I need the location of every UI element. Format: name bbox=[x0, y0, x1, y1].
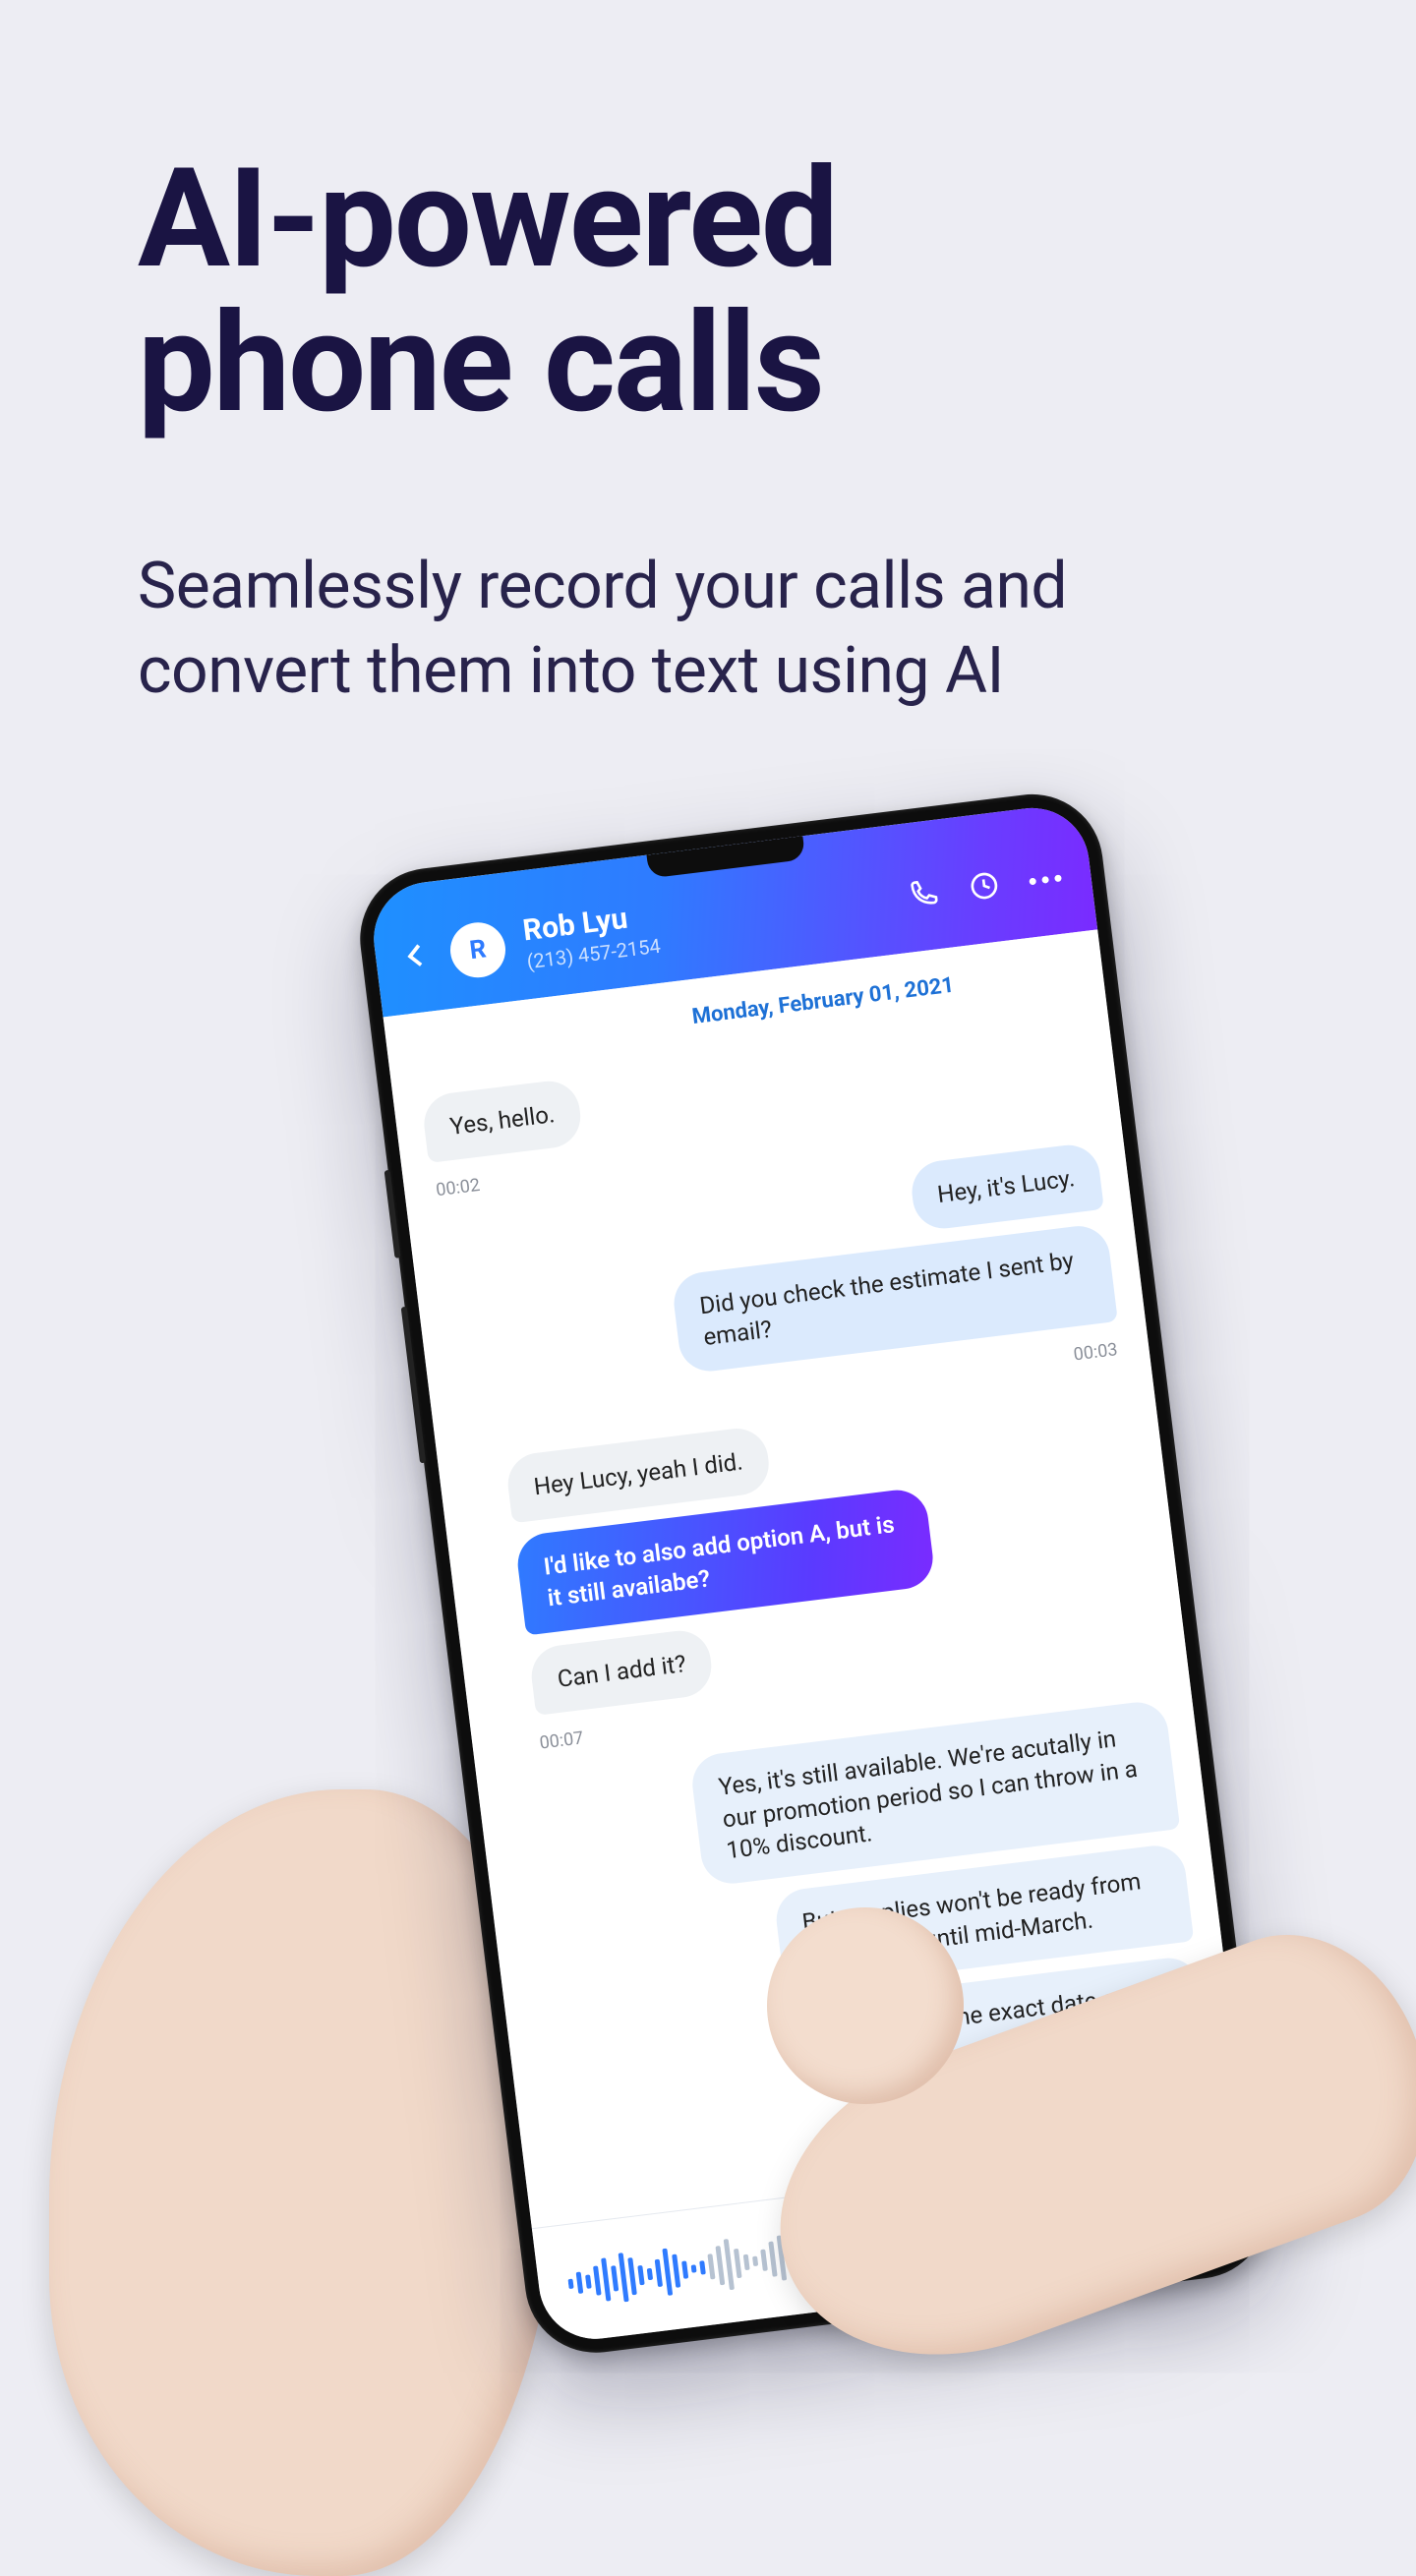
message-bubble-right[interactable]: Hey, it's Lucy. bbox=[909, 1142, 1104, 1231]
page-title-line2: phone calls bbox=[138, 283, 823, 444]
page-title-line1: AI-powered bbox=[138, 139, 837, 300]
dot-icon bbox=[1054, 874, 1062, 882]
phone-icon bbox=[906, 875, 941, 910]
page-subtitle: Seamlessly record your calls and convert… bbox=[138, 545, 1278, 714]
clock-icon bbox=[967, 867, 1002, 903]
back-button[interactable] bbox=[399, 938, 433, 974]
timestamp: 00:07 bbox=[539, 1727, 585, 1753]
contact-avatar[interactable]: R bbox=[447, 918, 508, 979]
history-button[interactable] bbox=[967, 867, 1002, 907]
contact-initial: R bbox=[468, 933, 488, 965]
finger-tip-illustration bbox=[767, 1907, 964, 2104]
message-bubble-left[interactable]: Can I add it? bbox=[528, 1626, 715, 1715]
more-button[interactable] bbox=[1029, 874, 1062, 885]
call-button[interactable] bbox=[906, 875, 941, 914]
contact-block[interactable]: Rob Lyu (213) 457-2154 bbox=[521, 869, 893, 973]
page-title: AI-powered phone calls bbox=[138, 147, 1278, 437]
phone-stage: R Rob Lyu (213) 457-2154 bbox=[138, 832, 1278, 2517]
dot-icon bbox=[1041, 876, 1049, 884]
message-bubble-left[interactable]: Yes, hello. bbox=[421, 1078, 584, 1163]
message-bubble-left[interactable]: Hey Lucy, yeah I did. bbox=[504, 1425, 772, 1523]
timestamp: 00:02 bbox=[435, 1175, 481, 1200]
chevron-left-icon bbox=[399, 938, 432, 970]
timestamp: 00:03 bbox=[1073, 1338, 1119, 1364]
dot-icon bbox=[1029, 877, 1036, 885]
